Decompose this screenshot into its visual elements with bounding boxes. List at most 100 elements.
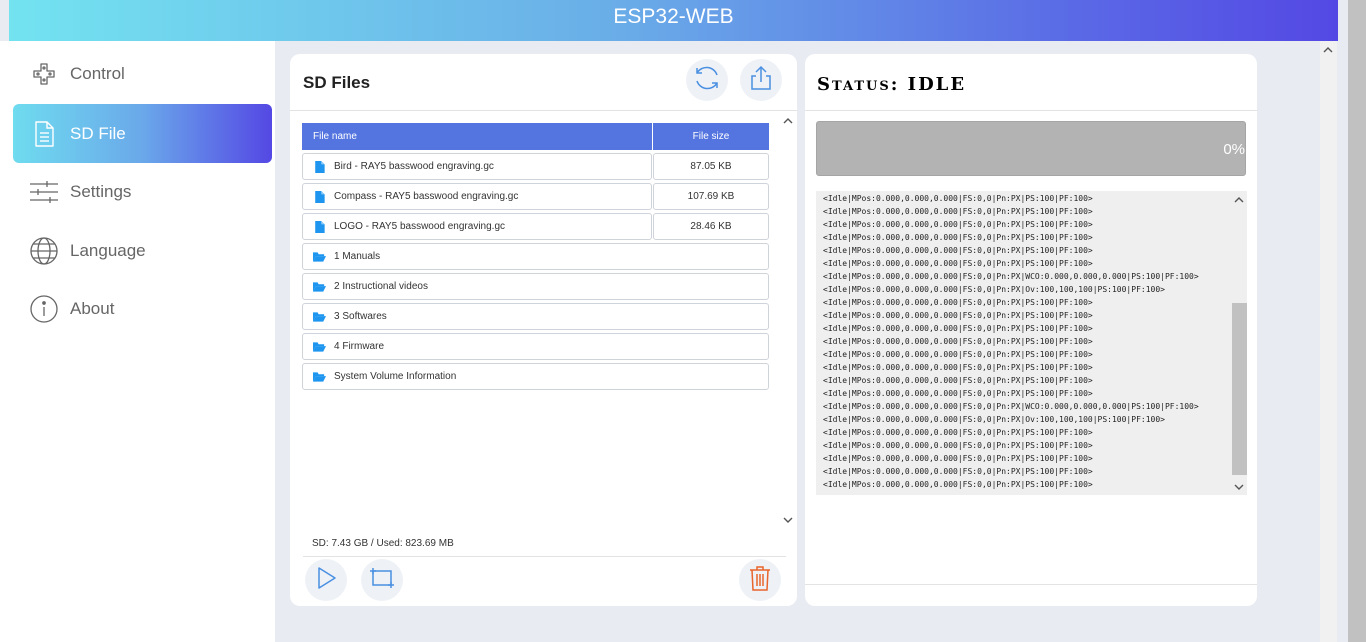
table-row[interactable]: 2 Instructional videos (302, 273, 769, 300)
frame-button[interactable] (361, 559, 403, 601)
sidebar-item-control[interactable]: Control (13, 44, 272, 103)
scroll-up-icon[interactable] (1234, 194, 1244, 204)
file-icon (28, 118, 60, 150)
sidebar-item-label: About (70, 298, 115, 318)
console-line: <Idle|MPos:0.000,0.000,0.000|FS:0,0|Pn:P… (823, 389, 1093, 398)
sidebar-item-settings[interactable]: Settings (13, 162, 272, 221)
column-header-name[interactable]: File name (302, 123, 652, 150)
console-line: <Idle|MPos:0.000,0.000,0.000|FS:0,0|Pn:P… (823, 337, 1093, 346)
console-line: <Idle|MPos:0.000,0.000,0.000|FS:0,0|Pn:P… (823, 324, 1093, 333)
console-line: <Idle|MPos:0.000,0.000,0.000|FS:0,0|Pn:P… (823, 207, 1093, 216)
refresh-button[interactable] (686, 59, 728, 101)
trash-icon (748, 564, 772, 597)
sidebar-item-label: Language (70, 240, 146, 260)
frame-icon (367, 563, 397, 598)
folder-name: 3 Softwares (334, 311, 387, 322)
scroll-down-icon[interactable] (1234, 482, 1244, 492)
folder-name-cell[interactable]: 1 Manuals (302, 243, 769, 270)
globe-icon (28, 235, 60, 267)
folder-name-cell[interactable]: 4 Firmware (302, 333, 769, 360)
console-line: <Idle|MPos:0.000,0.000,0.000|FS:0,0|Pn:P… (823, 415, 1165, 424)
app-title: ESP32-WEB (613, 5, 734, 28)
scroll-up-icon[interactable] (1323, 44, 1333, 54)
console-line: <Idle|MPos:0.000,0.000,0.000|FS:0,0|Pn:P… (823, 467, 1093, 476)
console-line: <Idle|MPos:0.000,0.000,0.000|FS:0,0|Pn:P… (823, 220, 1093, 229)
console-line: <Idle|MPos:0.000,0.000,0.000|FS:0,0|Pn:P… (823, 233, 1093, 242)
folder-name-cell[interactable]: System Volume Information (302, 363, 769, 390)
console-line: <Idle|MPos:0.000,0.000,0.000|FS:0,0|Pn:P… (823, 402, 1199, 411)
divider (805, 584, 1257, 585)
file-table: File name File size Bird - RAY5 basswood… (302, 123, 769, 393)
refresh-icon (692, 63, 722, 98)
gamepad-icon (28, 58, 60, 90)
folder-open-icon (313, 371, 326, 382)
delete-button[interactable] (739, 559, 781, 601)
console-line: <Idle|MPos:0.000,0.000,0.000|FS:0,0|Pn:P… (823, 480, 1093, 489)
page-scrollbar[interactable] (1320, 41, 1337, 642)
file-icon (315, 220, 325, 233)
sidebar: Control SD File Settings Language About (0, 41, 275, 642)
window-scrollbar[interactable] (1348, 0, 1366, 642)
table-row[interactable]: Bird - RAY5 basswood engraving.gc 87.05 … (302, 153, 769, 180)
sidebar-item-about[interactable]: About (13, 279, 272, 338)
column-header-size[interactable]: File size (653, 123, 769, 150)
status-title: Status: IDLE (817, 74, 967, 95)
scroll-down-icon[interactable] (783, 515, 793, 525)
progress-bar: 0% (816, 121, 1246, 176)
console-output[interactable]: <Idle|MPos:0.000,0.000,0.000|FS:0,0|Pn:P… (816, 191, 1247, 495)
folder-open-icon (313, 311, 326, 322)
file-icon (315, 160, 325, 173)
divider (805, 110, 1257, 111)
sidebar-item-label: SD File (70, 123, 126, 143)
folder-open-icon (313, 341, 326, 352)
console-scrollbar[interactable] (1232, 191, 1247, 495)
sidebar-item-label: Settings (70, 181, 132, 201)
console-line: <Idle|MPos:0.000,0.000,0.000|FS:0,0|Pn:P… (823, 350, 1093, 359)
table-row[interactable]: System Volume Information (302, 363, 769, 390)
table-row[interactable]: 3 Softwares (302, 303, 769, 330)
folder-open-icon (313, 251, 326, 262)
folder-name-cell[interactable]: 3 Softwares (302, 303, 769, 330)
file-size: 107.69 KB (653, 183, 769, 210)
divider (290, 110, 797, 111)
panel-title: SD Files (303, 73, 371, 92)
file-name-cell[interactable]: Bird - RAY5 basswood engraving.gc (302, 153, 652, 180)
console-line: <Idle|MPos:0.000,0.000,0.000|FS:0,0|Pn:P… (823, 363, 1093, 372)
table-row[interactable]: Compass - RAY5 basswood engraving.gc 107… (302, 183, 769, 210)
folder-name: 1 Manuals (334, 251, 381, 262)
sd-files-panel: SD Files File name File size Bird - RAY5… (290, 54, 797, 606)
console-line: <Idle|MPos:0.000,0.000,0.000|FS:0,0|Pn:P… (823, 285, 1165, 294)
console-scroll-thumb[interactable] (1232, 303, 1247, 475)
file-name-cell[interactable]: LOGO - RAY5 basswood engraving.gc (302, 213, 652, 240)
sidebar-item-language[interactable]: Language (13, 221, 272, 280)
status-panel: Status: IDLE 0% <Idle|MPos:0.000,0.000,0… (805, 54, 1257, 606)
table-header: File name File size (302, 123, 769, 150)
folder-name: System Volume Information (334, 371, 457, 382)
info-icon (28, 293, 60, 325)
play-button[interactable] (305, 559, 347, 601)
scroll-up-icon[interactable] (783, 115, 793, 125)
table-row[interactable]: 4 Firmware (302, 333, 769, 360)
folder-open-icon (313, 281, 326, 292)
table-row[interactable]: LOGO - RAY5 basswood engraving.gc 28.46 … (302, 213, 769, 240)
folder-name-cell[interactable]: 2 Instructional videos (302, 273, 769, 300)
console-line: <Idle|MPos:0.000,0.000,0.000|FS:0,0|Pn:P… (823, 194, 1093, 203)
sidebar-item-sd-file[interactable]: SD File (13, 104, 272, 163)
upload-button[interactable] (740, 59, 782, 101)
console-line: <Idle|MPos:0.000,0.000,0.000|FS:0,0|Pn:P… (823, 441, 1093, 450)
sidebar-item-label: Control (70, 63, 125, 83)
console-line: <Idle|MPos:0.000,0.000,0.000|FS:0,0|Pn:P… (823, 454, 1093, 463)
table-row[interactable]: 1 Manuals (302, 243, 769, 270)
upload-icon (747, 64, 775, 97)
folder-name: 4 Firmware (334, 341, 385, 352)
console-line: <Idle|MPos:0.000,0.000,0.000|FS:0,0|Pn:P… (823, 376, 1093, 385)
console-line: <Idle|MPos:0.000,0.000,0.000|FS:0,0|Pn:P… (823, 311, 1093, 320)
folder-name: 2 Instructional videos (334, 281, 428, 292)
divider (303, 556, 786, 557)
file-name-cell[interactable]: Compass - RAY5 basswood engraving.gc (302, 183, 652, 210)
file-icon (315, 190, 325, 203)
file-name: LOGO - RAY5 basswood engraving.gc (334, 221, 506, 232)
play-icon (312, 564, 340, 597)
app-header: ESP32-WEB (9, 0, 1338, 41)
console-line: <Idle|MPos:0.000,0.000,0.000|FS:0,0|Pn:P… (823, 246, 1093, 255)
